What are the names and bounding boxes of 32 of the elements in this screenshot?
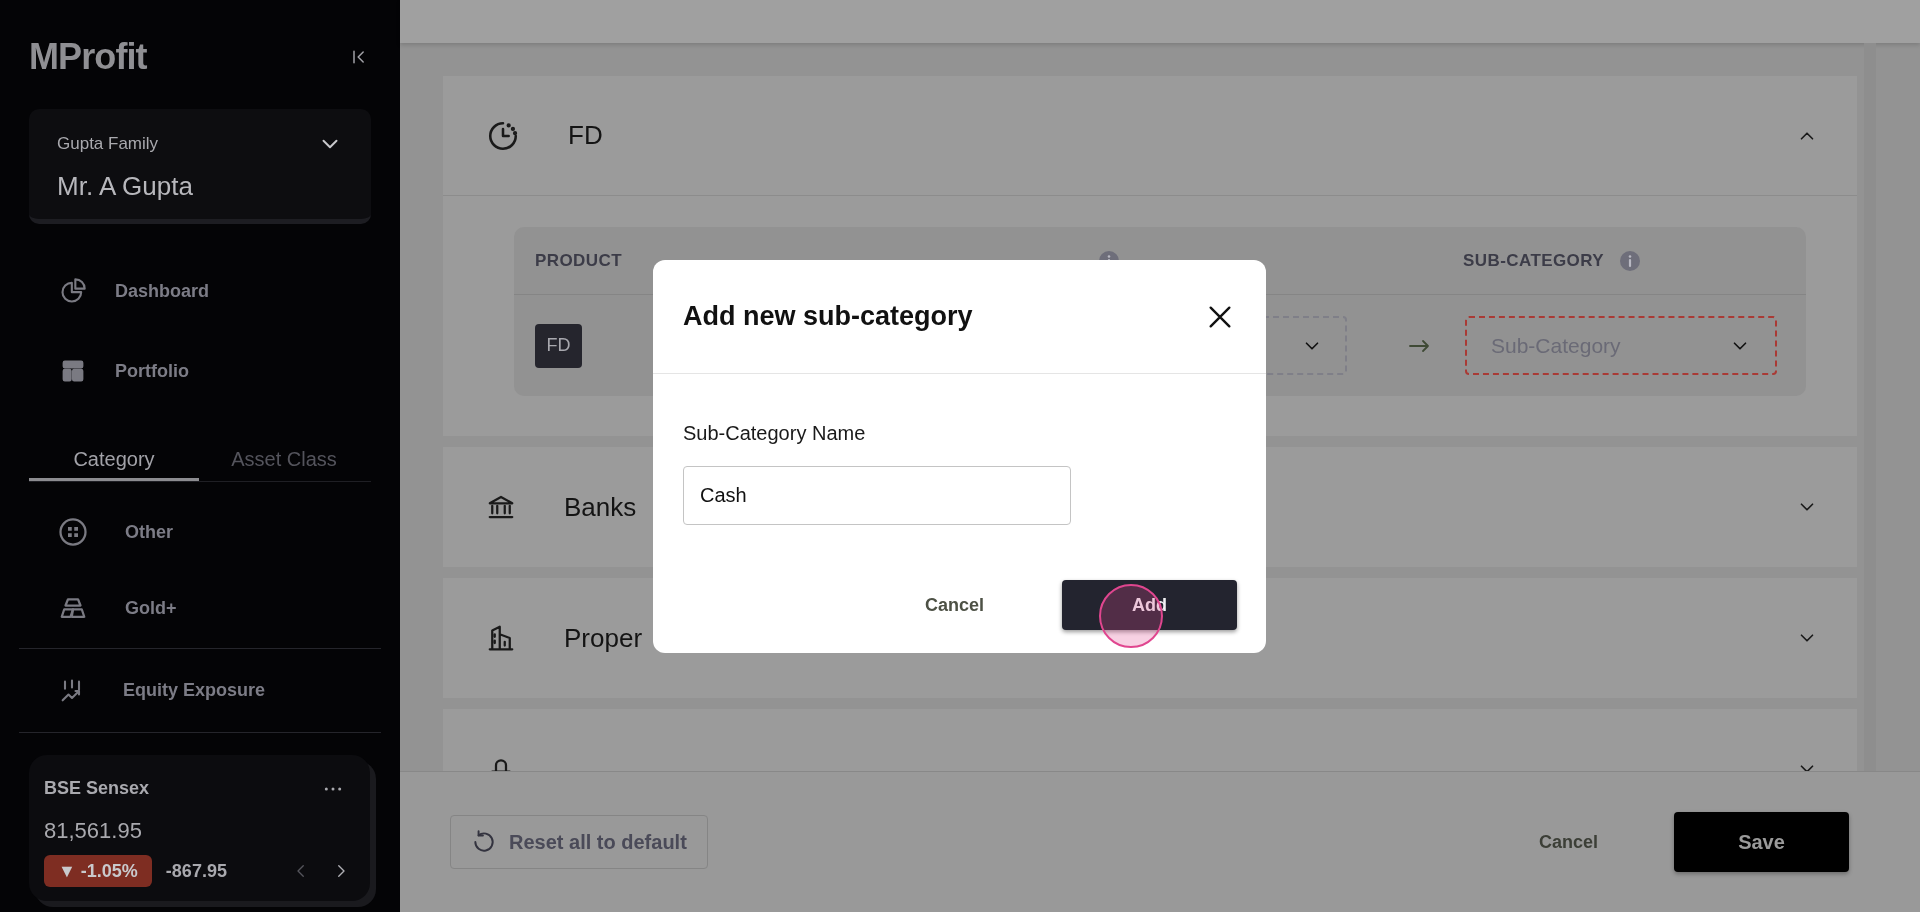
change-value: -867.95: [165, 859, 227, 883]
index-name: BSE Sensex: [44, 777, 150, 800]
tab[interactable]: Asset Class: [199, 439, 369, 481]
section-title: Proper: [564, 621, 643, 655]
reset-icon: [471, 829, 497, 855]
profile-selector[interactable]: Gupta Family Mr. A Gupta: [29, 109, 371, 224]
field-label: Sub-Category Name: [683, 421, 867, 446]
section-title: FD: [568, 119, 603, 152]
name-input[interactable]: Cash: [683, 466, 1071, 525]
member-name: Mr. A Gupta: [57, 169, 193, 203]
equity-exposure-item[interactable]: Equity Exposure: [19, 676, 266, 705]
column-header: PRODUCT: [535, 249, 623, 272]
cancel-button[interactable]: Cancel: [1512, 815, 1624, 869]
category-item[interactable]: Other: [29, 494, 371, 570]
logo: MProfit: [29, 35, 147, 79]
info-icon[interactable]: [1618, 248, 1643, 273]
cancel-button[interactable]: Cancel: [898, 580, 1010, 630]
nav-item[interactable]: Portfolio: [29, 331, 371, 411]
index-value: 81,561.95: [44, 817, 143, 845]
change-badge: ▼ -1.05%: [44, 855, 152, 887]
category-item[interactable]: Gold+: [29, 570, 371, 646]
family-name: Gupta Family: [57, 133, 160, 155]
dialog-title: Add new sub-category: [683, 300, 973, 334]
product-badge: FD: [535, 323, 582, 368]
pie-chart-icon: [59, 277, 87, 305]
section-title: Banks: [564, 490, 637, 524]
tab[interactable]: Category: [29, 439, 199, 481]
save-button[interactable]: Save: [1674, 812, 1849, 872]
apps-circle-icon: [58, 517, 88, 547]
nav-item[interactable]: Dashboard: [29, 251, 371, 331]
column-header: SUB-CATEGORY: [1463, 249, 1605, 272]
reset-button[interactable]: Reset all to default: [450, 815, 708, 869]
